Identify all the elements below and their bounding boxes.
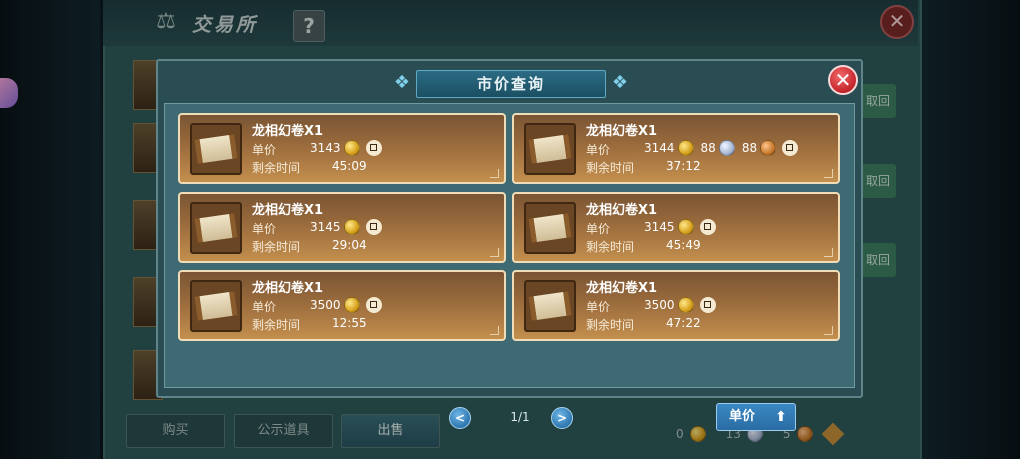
item-name: 龙相幻卷X1 [586, 281, 658, 296]
listing-card[interactable]: 龙相幻卷X1 单价剩余时间 3145 45:49 [512, 192, 840, 263]
item-name: 龙相幻卷X1 [586, 124, 658, 139]
scroll-item-icon [194, 134, 238, 164]
sub-price-value: 88 [741, 141, 758, 155]
remaining-time-value: 12:55 [332, 316, 367, 330]
title-ornament-left-icon: ❖ [393, 72, 411, 93]
popup-title-bar: 市价查询 [416, 70, 606, 98]
unit-price-value: 3144 [644, 141, 675, 155]
remaining-time-label: 剩余时间 [586, 240, 635, 254]
listing-card[interactable]: 龙相幻卷X1 单价剩余时间 3144 88 88 37:12 [512, 113, 840, 184]
gold-coin-icon [677, 219, 694, 235]
sort-label: 单价 [729, 409, 756, 424]
unit-price-value: 3145 [310, 220, 341, 234]
remaining-time-label: 剩余时间 [586, 318, 635, 332]
remaining-time-value: 47:22 [666, 316, 701, 330]
price-row: 3145 [644, 219, 716, 235]
market-price-popup: ❖ 市价查询 ❖ ✕ 龙相幻卷X1 单价 剩余时间 3143 45:09 龙相幻卷X1 单价… [156, 59, 863, 431]
card-corner-ornament [824, 169, 833, 178]
copy-icon[interactable] [365, 297, 382, 313]
listing-card[interactable]: 龙相幻卷X1 单价剩余时间 3143 45:09 [178, 113, 506, 184]
gold-coin-icon [677, 297, 694, 313]
price-row: 3145 [310, 219, 382, 235]
title-ornament-right-icon: ❖ [611, 72, 629, 93]
remaining-time-label: 剩余时间 [252, 161, 301, 175]
listing-card[interactable]: 龙相幻卷X1 单价剩余时间 3145 29:04 [178, 192, 506, 263]
item-thumbnail [524, 123, 576, 175]
silver-coin-icon [718, 140, 735, 156]
price-row: 3143 [310, 140, 382, 156]
copy-icon[interactable] [782, 140, 799, 156]
unit-price-value: 3500 [644, 298, 675, 312]
price-label: 单价 [252, 143, 277, 157]
popup-title: 市价查询 [476, 75, 545, 93]
card-corner-ornament [824, 326, 833, 335]
scroll-item-icon [528, 291, 572, 321]
listing-card[interactable]: 龙相幻卷X1 单价剩余时间 3500 47:22 [512, 270, 840, 341]
scroll-item-icon [194, 291, 238, 321]
sort-arrow-up-icon: ⬆ [775, 409, 787, 425]
remaining-time-value: 45:09 [332, 159, 367, 173]
item-thumbnail [190, 202, 242, 254]
scroll-item-icon [194, 213, 238, 243]
copy-icon[interactable] [365, 219, 382, 235]
copy-icon[interactable] [365, 140, 382, 156]
card-corner-ornament [824, 248, 833, 257]
copper-coin-icon [760, 140, 777, 156]
sub-price-value: 88 [700, 141, 716, 155]
price-row: 3144 88 88 [644, 140, 799, 156]
remaining-time-label: 剩余时间 [586, 161, 635, 175]
page-indicator: 1/1 [510, 410, 530, 424]
remaining-time-value: 45:49 [666, 238, 701, 252]
unit-price-value: 3500 [310, 298, 341, 312]
next-page-button[interactable]: > [551, 407, 573, 429]
gold-coin-icon [677, 140, 694, 156]
popup-close-button[interactable]: ✕ [828, 65, 858, 95]
price-label: 单价 [586, 300, 611, 314]
price-label: 单价 [586, 222, 611, 236]
price-label: 单价 [586, 143, 611, 157]
item-name: 龙相幻卷X1 [252, 124, 324, 139]
item-thumbnail [524, 202, 576, 254]
scroll-item-icon [528, 213, 572, 243]
remaining-time-value: 29:04 [332, 238, 367, 252]
unit-price-value: 3145 [644, 220, 675, 234]
card-corner-ornament [490, 326, 499, 335]
remaining-time-value: 37:12 [666, 159, 701, 173]
gold-coin-icon [343, 297, 360, 313]
item-thumbnail [524, 280, 576, 332]
prev-page-button[interactable]: < [449, 407, 471, 429]
item-name: 龙相幻卷X1 [252, 281, 324, 296]
copy-icon[interactable] [699, 297, 716, 313]
price-label: 单价 [252, 300, 277, 314]
price-row: 3500 [310, 297, 382, 313]
sort-by-unit-price-button[interactable]: 单价 ⬆ [716, 403, 796, 431]
scroll-item-icon [528, 134, 572, 164]
price-label: 单价 [252, 222, 277, 236]
remaining-time-label: 剩余时间 [252, 318, 301, 332]
item-name: 龙相幻卷X1 [252, 203, 324, 218]
listing-grid: 龙相幻卷X1 单价 剩余时间 3143 45:09 龙相幻卷X1 单价 剩余时间 3144 88 8… [164, 103, 855, 431]
copy-icon[interactable] [699, 219, 716, 235]
card-corner-ornament [490, 248, 499, 257]
gold-coin-icon [343, 219, 360, 235]
remaining-time-label: 剩余时间 [252, 240, 301, 254]
item-thumbnail [190, 280, 242, 332]
card-corner-ornament [490, 169, 499, 178]
gold-coin-icon [343, 140, 360, 156]
listing-card[interactable]: 龙相幻卷X1 单价剩余时间 3500 12:55 [178, 270, 506, 341]
item-thumbnail [190, 123, 242, 175]
item-name: 龙相幻卷X1 [586, 203, 658, 218]
unit-price-value: 3143 [310, 141, 341, 155]
price-row: 3500 [644, 297, 716, 313]
